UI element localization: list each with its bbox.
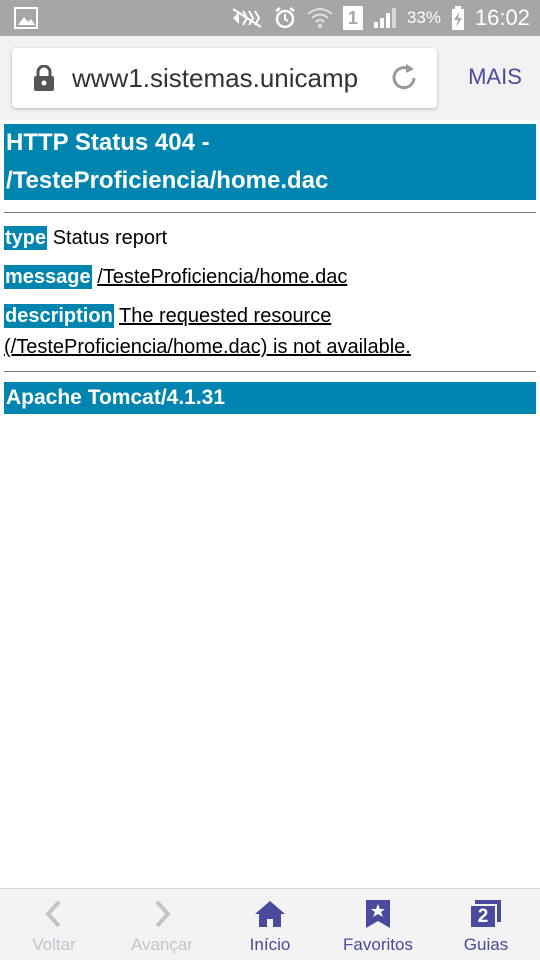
browser-toolbar: www1.sistemas.unicamp MAIS xyxy=(0,36,540,120)
home-label: Início xyxy=(249,935,291,954)
sim-icon: 1 xyxy=(342,6,363,30)
mute-icon xyxy=(231,7,263,29)
divider xyxy=(4,371,536,372)
divider xyxy=(4,212,536,213)
message-value: /TesteProficiencia/home.dac xyxy=(97,266,348,288)
bottom-navigation: Voltar Avançar Início Favoritos 2 Guias xyxy=(0,888,540,960)
more-menu-button[interactable]: MAIS xyxy=(460,64,530,90)
url-text[interactable]: www1.sistemas.unicamp xyxy=(72,63,377,94)
forward-label: Avançar xyxy=(130,935,194,954)
bookmarks-button[interactable]: Favoritos xyxy=(324,889,432,960)
chevron-left-icon xyxy=(40,899,68,934)
page-content: HTTP Status 404 - /TesteProficiencia/hom… xyxy=(0,120,540,888)
type-label: type xyxy=(4,226,48,250)
message-row: message /TesteProficiencia/home.dac xyxy=(4,262,536,293)
alarm-icon xyxy=(273,6,297,30)
signal-icon xyxy=(373,7,397,29)
error-title: HTTP Status 404 - /TesteProficiencia/hom… xyxy=(4,124,536,200)
bookmark-star-icon xyxy=(365,899,391,934)
home-icon xyxy=(254,899,286,934)
battery-charging-icon xyxy=(451,6,465,30)
bookmarks-label: Favoritos xyxy=(343,935,413,954)
server-info: Apache Tomcat/4.1.31 xyxy=(4,382,536,414)
back-label: Voltar xyxy=(32,935,76,954)
description-row: description The requested resource (/Tes… xyxy=(4,301,536,363)
reload-icon[interactable] xyxy=(387,61,421,100)
error-title-line2: /TesteProficiencia/home.dac xyxy=(6,167,329,194)
tabs-icon: 2 xyxy=(469,899,503,929)
tabs-label: Guias xyxy=(463,935,509,954)
battery-percent: 33% xyxy=(406,8,441,27)
clock: 16:02 xyxy=(474,5,530,30)
error-title-line1: HTTP Status 404 - xyxy=(6,129,210,156)
back-button[interactable]: Voltar xyxy=(0,889,108,960)
forward-button[interactable]: Avançar xyxy=(108,889,216,960)
message-label: message xyxy=(4,265,92,289)
type-row: type Status report xyxy=(4,223,536,254)
type-value: Status report xyxy=(52,227,168,249)
home-button[interactable]: Início xyxy=(216,889,324,960)
status-bar: 1 33% 16:02 xyxy=(0,0,540,36)
description-label: description xyxy=(4,304,114,328)
wifi-icon xyxy=(307,7,333,29)
chevron-right-icon xyxy=(148,899,176,934)
tabs-button[interactable]: 2 Guias xyxy=(432,889,540,960)
lock-icon xyxy=(32,64,56,98)
address-bar[interactable]: www1.sistemas.unicamp xyxy=(12,48,437,108)
tabs-count: 2 xyxy=(477,906,489,927)
gallery-notification-icon xyxy=(14,7,38,29)
